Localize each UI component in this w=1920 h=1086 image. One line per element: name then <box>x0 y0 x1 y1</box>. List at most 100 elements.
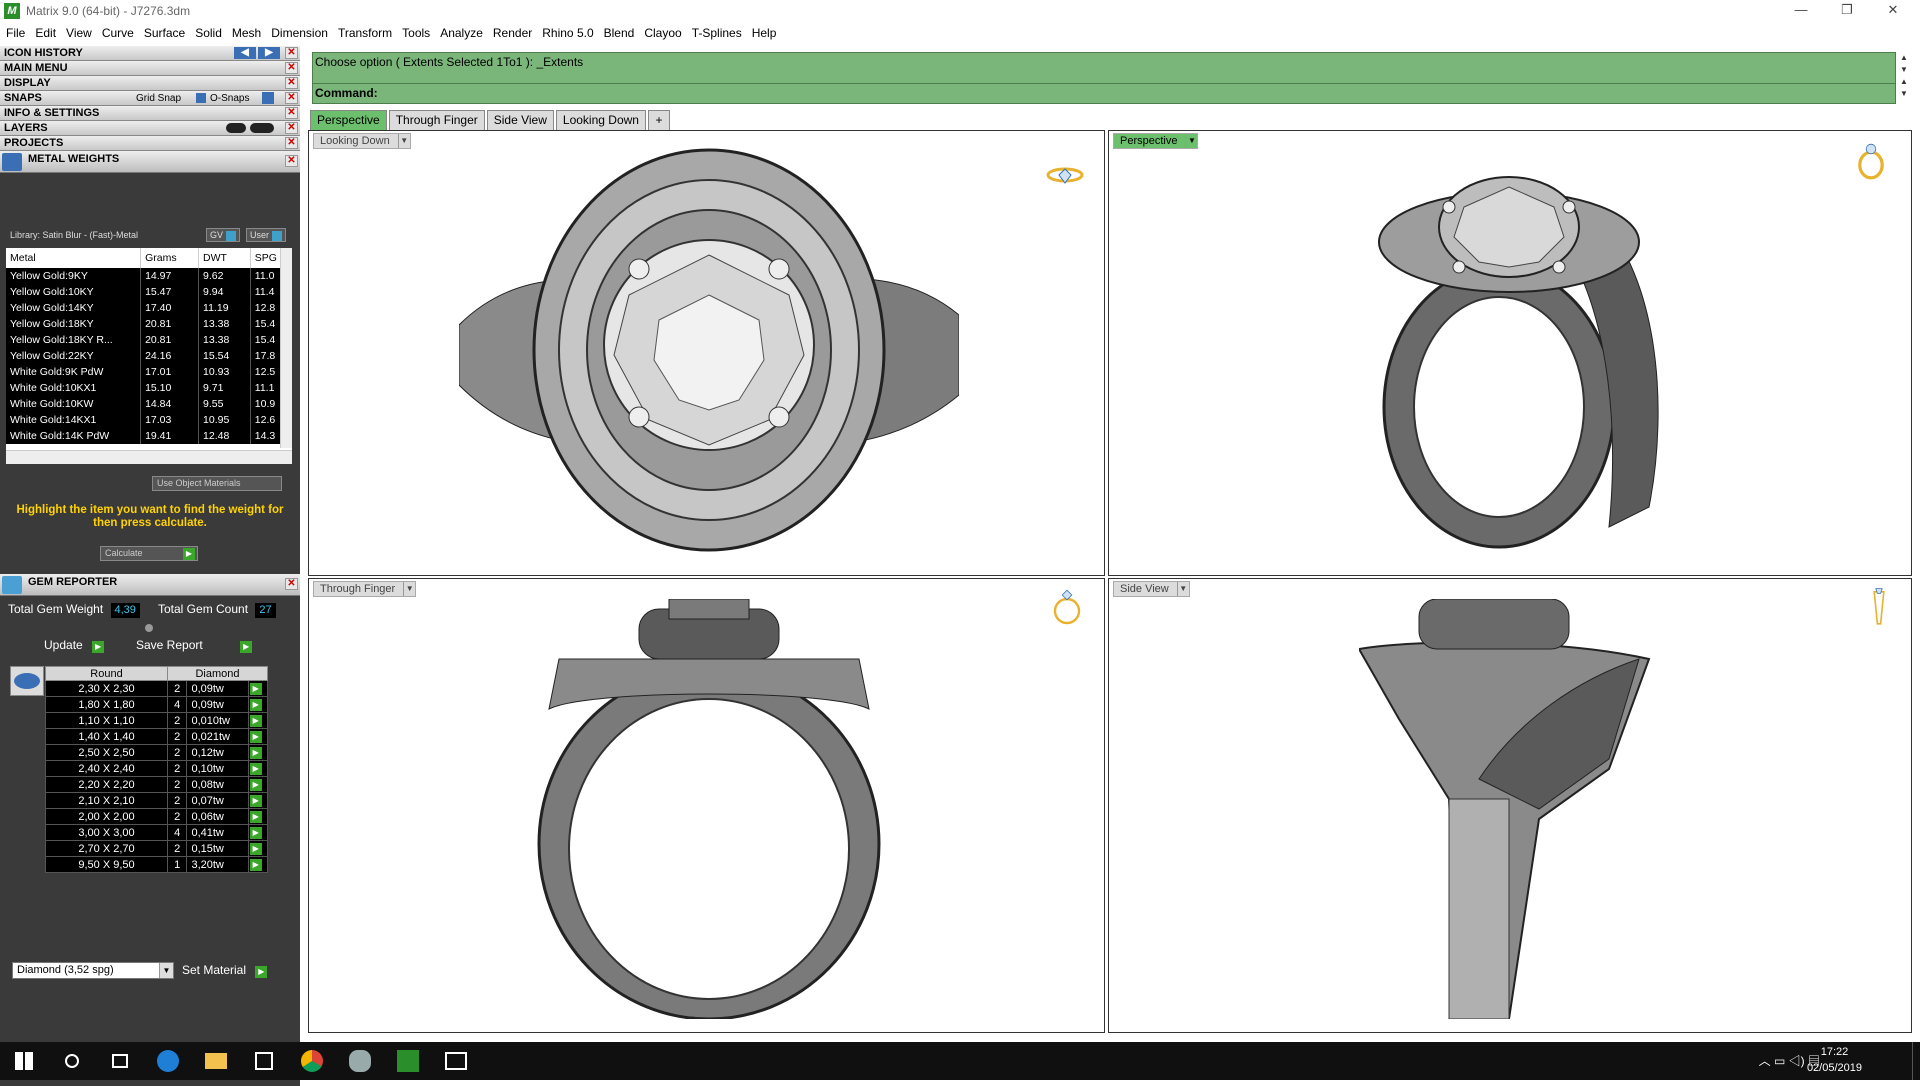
eye-icon[interactable] <box>250 123 274 133</box>
viewport-looking-down[interactable]: Looking Down ▼ <box>308 130 1105 576</box>
gem-row[interactable]: 9,50 X 9,50 1 3,20tw ▶ <box>45 856 269 873</box>
chevron-down-icon[interactable]: ▼ <box>397 134 410 148</box>
gem-reporter-header[interactable]: GEM REPORTER ✕ <box>0 574 300 596</box>
gem-row[interactable]: 2,20 X 2,20 2 0,08tw ▶ <box>45 776 269 793</box>
col-dwt[interactable]: DWT <box>198 248 251 268</box>
user-toggle[interactable]: User <box>246 228 287 242</box>
layers-header[interactable]: LAYERS ✕ <box>0 121 300 136</box>
command-input[interactable]: Command: <box>313 83 1897 103</box>
gem-row-action[interactable]: ▶ <box>247 792 269 809</box>
metal-weights-header[interactable]: METAL WEIGHTS ✕ <box>0 151 300 173</box>
metal-weights-table[interactable]: Metal Grams DWT SPG Yellow Gold:9KY 14.97… <box>6 248 292 464</box>
gem-row-action[interactable]: ▶ <box>247 696 269 713</box>
restore-button[interactable]: ❐ <box>1824 0 1870 22</box>
chevron-down-icon[interactable]: ▼ <box>159 963 173 978</box>
menu-rhino[interactable]: Rhino 5.0 <box>542 26 593 40</box>
table-row[interactable]: Yellow Gold:9KY 14.97 9.62 11.0 <box>6 268 287 284</box>
command-scrollbar[interactable]: ▲ ▼ ▲ ▼ <box>1896 52 1912 104</box>
close-icon[interactable]: ✕ <box>285 47 298 59</box>
menu-tsplines[interactable]: T-Splines <box>692 26 742 40</box>
col-round[interactable]: Round <box>45 666 168 681</box>
gem-row-action[interactable]: ▶ <box>247 776 269 793</box>
o-snaps-toggle[interactable] <box>196 93 206 103</box>
windows-start-icon[interactable] <box>0 1042 48 1080</box>
grid-snap-label[interactable]: Grid Snap <box>136 91 181 106</box>
material-select[interactable]: Diamond (3,52 spg) ▼ <box>12 962 174 979</box>
table-row[interactable]: White Gold:10KX1 15.10 9.71 11.1 <box>6 380 287 396</box>
viewport-label[interactable]: Side View ▼ <box>1113 581 1190 597</box>
icon-history-header[interactable]: ICON HISTORY ◀ ▶ ✕ <box>0 46 300 61</box>
menu-clayoo[interactable]: Clayoo <box>644 26 681 40</box>
gem-row[interactable]: 2,00 X 2,00 2 0,06tw ▶ <box>45 808 269 825</box>
menu-file[interactable]: File <box>6 26 25 40</box>
gem-row[interactable]: 2,70 X 2,70 2 0,15tw ▶ <box>45 840 269 857</box>
display-header[interactable]: DISPLAY ✕ <box>0 76 300 91</box>
back-arrow-icon[interactable]: ◀ <box>234 47 256 59</box>
forward-arrow-icon[interactable]: ▶ <box>258 47 280 59</box>
gem-row[interactable]: 3,00 X 3,00 4 0,41tw ▶ <box>45 824 269 841</box>
chevron-down-icon[interactable]: ▼ <box>1176 582 1189 596</box>
clock[interactable]: 17:22 02/05/2019 <box>1807 1044 1862 1076</box>
main-menu-header[interactable]: MAIN MENU ✕ <box>0 61 300 76</box>
info-icon[interactable] <box>262 92 274 104</box>
o-snaps-label[interactable]: O-Snaps <box>210 91 249 106</box>
show-desktop-button[interactable] <box>1912 1042 1920 1080</box>
layer-state-icon[interactable] <box>226 123 246 133</box>
minimize-button[interactable]: — <box>1778 0 1824 22</box>
viewport-label[interactable]: Looking Down ▼ <box>313 133 411 149</box>
table-row[interactable]: Yellow Gold:10KY 15.47 9.94 11.4 <box>6 284 287 300</box>
viewport-label[interactable]: Through Finger ▼ <box>313 581 417 597</box>
tab-through-finger[interactable]: Through Finger <box>388 110 485 130</box>
menu-solid[interactable]: Solid <box>195 26 222 40</box>
gem-row-action[interactable]: ▶ <box>247 856 269 873</box>
add-tab-button[interactable]: + <box>647 110 670 130</box>
calculate-button[interactable]: Calculate ▶ <box>100 546 198 561</box>
splitter-handle[interactable] <box>145 624 153 632</box>
tab-looking-down[interactable]: Looking Down <box>555 110 646 130</box>
close-icon[interactable]: ✕ <box>285 137 298 149</box>
chevron-down-icon[interactable]: ▼ <box>403 582 415 596</box>
col-metal[interactable]: Metal <box>6 248 142 268</box>
close-icon[interactable]: ✕ <box>285 122 298 134</box>
close-icon[interactable]: ✕ <box>285 77 298 89</box>
table-row[interactable]: Yellow Gold:22KY 24.16 15.54 17.8 <box>6 348 287 364</box>
tab-side-view[interactable]: Side View <box>486 110 554 130</box>
gem-row-action[interactable]: ▶ <box>247 808 269 825</box>
gv-checkbox[interactable] <box>226 230 237 241</box>
viewport-label[interactable]: Perspective ▼ <box>1113 133 1199 149</box>
gv-toggle[interactable]: GV <box>206 228 241 242</box>
snaps-header[interactable]: SNAPS Grid Snap O-Snaps ✕ <box>0 91 300 106</box>
gem-row[interactable]: 2,30 X 2,30 2 0,09tw ▶ <box>45 680 269 697</box>
table-row[interactable]: Yellow Gold:18KY 20.81 13.38 15.4 <box>6 316 287 332</box>
close-button[interactable]: ✕ <box>1870 0 1916 22</box>
menu-transform[interactable]: Transform <box>338 26 392 40</box>
gem-row[interactable]: 1,40 X 1,40 2 0,021tw ▶ <box>45 728 269 745</box>
menu-mesh[interactable]: Mesh <box>232 26 261 40</box>
task-view-icon[interactable] <box>96 1042 144 1080</box>
projects-header[interactable]: PROJECTS ✕ <box>0 136 300 151</box>
matrix-app-icon[interactable] <box>384 1042 432 1080</box>
update-button[interactable]: Update ▶ <box>44 638 105 653</box>
close-icon[interactable]: ✕ <box>285 92 298 104</box>
save-report-button[interactable]: Save Report ▶ <box>136 638 253 653</box>
store-icon[interactable] <box>240 1042 288 1080</box>
menu-render[interactable]: Render <box>493 26 532 40</box>
table-row[interactable]: Yellow Gold:14KY 17.40 11.19 12.8 <box>6 300 287 316</box>
edge-icon[interactable] <box>144 1042 192 1080</box>
gem-row-action[interactable]: ▶ <box>247 712 269 729</box>
gem-row[interactable]: 2,10 X 2,10 2 0,07tw ▶ <box>45 792 269 809</box>
viewport-side-view[interactable]: Side View ▼ <box>1108 578 1912 1033</box>
close-icon[interactable]: ✕ <box>285 155 298 167</box>
gem-row[interactable]: 1,80 X 1,80 4 0,09tw ▶ <box>45 696 269 713</box>
chevron-down-icon[interactable]: ▼ <box>1185 134 1197 148</box>
file-explorer-icon[interactable] <box>192 1042 240 1080</box>
gem-row[interactable]: 1,10 X 1,10 2 0,010tw ▶ <box>45 712 269 729</box>
use-object-materials-button[interactable]: Use Object Materials <box>152 476 282 491</box>
table-row[interactable]: White Gold:9K PdW 17.01 10.93 12.5 <box>6 364 287 380</box>
menu-edit[interactable]: Edit <box>35 26 56 40</box>
gem-row-action[interactable]: ▶ <box>247 760 269 777</box>
gem-row-action[interactable]: ▶ <box>247 728 269 745</box>
table-row[interactable]: White Gold:10KW 14.84 9.55 10.9 <box>6 396 287 412</box>
table-row[interactable]: Yellow Gold:18KY R... 20.81 13.38 15.4 <box>6 332 287 348</box>
menu-curve[interactable]: Curve <box>102 26 134 40</box>
